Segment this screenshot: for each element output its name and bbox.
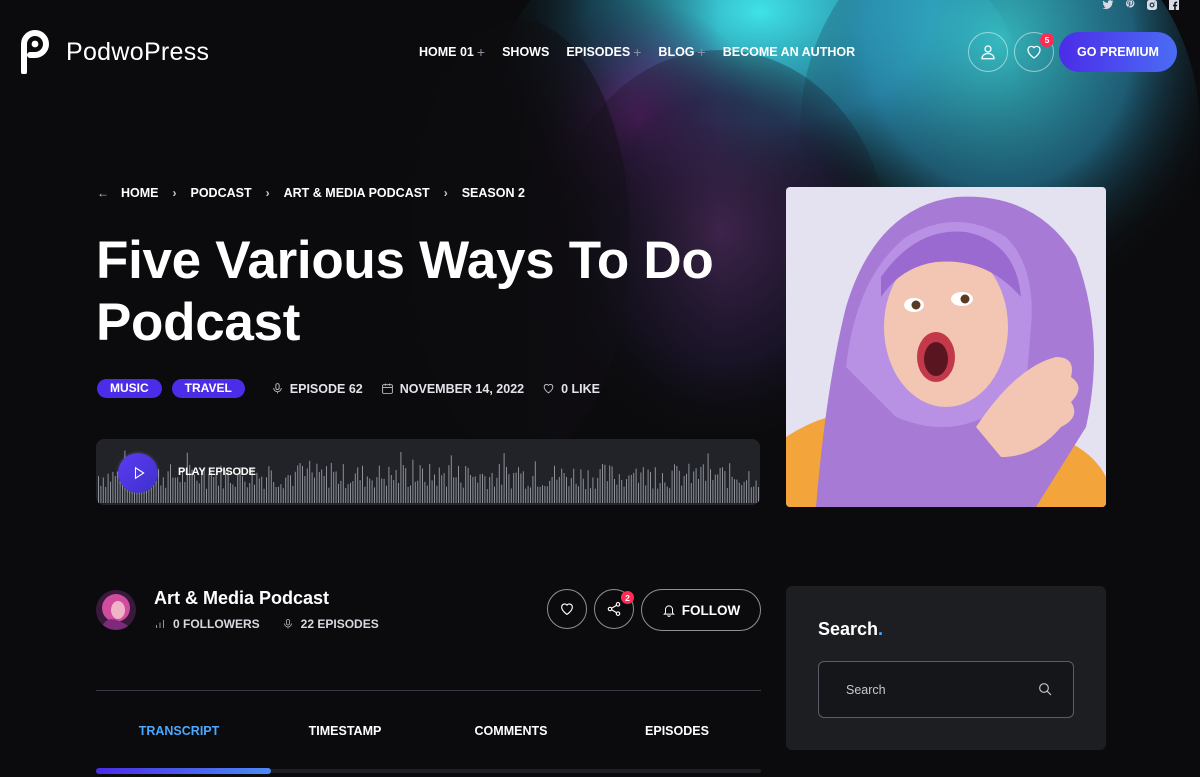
search-input[interactable] [831,662,1036,717]
instagram-icon[interactable] [1146,0,1158,10]
search-icon[interactable] [1037,681,1053,697]
tag-music[interactable]: MUSIC [97,379,162,398]
facebook-icon[interactable] [1168,0,1180,10]
search-widget-title-text: Search [818,619,879,639]
share-button[interactable]: 2 [594,589,634,629]
podcast-episodes: 22 EPISODES [282,617,379,631]
submenu-plus-icon: + [633,44,642,60]
nav-item-label: EPISODES [566,45,631,59]
submenu-plus-icon: + [697,44,706,60]
episode-title: Five Various Ways To Do Podcast [96,231,714,352]
play-button[interactable] [118,453,158,493]
active-tab-indicator [96,768,271,774]
microphone-icon [283,619,292,629]
breadcrumb-separator-icon: › [265,186,270,200]
tab-timestamp[interactable]: TIMESTAMP [262,724,428,738]
follow-button[interactable]: FOLLOW [641,589,761,631]
breadcrumb-podcast[interactable]: PODCAST [191,186,252,200]
podcast-followers-label: 0 FOLLOWERS [173,617,260,631]
heart-icon [543,384,554,394]
play-episode-label: PLAY EPISODE [178,466,256,478]
sidebar-search-widget: Search. [786,586,1106,750]
calendar-icon [381,383,393,394]
audio-player: PLAY EPISODE [96,439,760,505]
tab-transcript[interactable]: TRANSCRIPT [96,724,262,738]
breadcrumb: ← HOME › PODCAST › ART & MEDIA PODCAST ›… [97,186,525,200]
episode-number-label: EPISODE 62 [289,381,363,396]
section-divider [96,690,761,691]
podwopress-logo-icon [21,30,49,74]
tag-travel[interactable]: TRAVEL [171,379,245,398]
episode-cover-image [786,187,1106,507]
podcast-followers: 0 FOLLOWERS [154,617,260,631]
podcast-stats: 0 FOLLOWERS 22 EPISODES [154,617,401,631]
nav-item-home[interactable]: HOME 01 + [419,44,485,60]
submenu-plus-icon: + [476,44,486,60]
episode-date-label: NOVEMBER 14, 2022 [399,381,525,396]
share-icon [607,602,621,616]
search-box [818,661,1074,718]
nav-item-label: SHOWS [502,45,550,59]
heart-icon [561,603,573,616]
search-widget-title: Search. [818,619,883,640]
episode-meta: MUSIC TRAVEL EPISODE 62 NOVEMBER 14, 202… [97,379,600,398]
podcast-name[interactable]: Art & Media Podcast [154,588,329,609]
pinterest-icon[interactable] [1124,0,1136,10]
breadcrumb-separator-icon: › [172,186,177,200]
nav-item-shows[interactable]: SHOWS [502,44,549,60]
episode-tabs: TRANSCRIPT TIMESTAMP COMMENTS EPISODES [96,724,761,738]
episode-number: EPISODE 62 [271,382,363,396]
go-premium-button[interactable]: GO PREMIUM [1059,32,1177,72]
bar-chart-icon [156,620,164,628]
wishlist-button[interactable]: 5 [1014,32,1054,72]
wishlist-count-badge: 5 [1040,33,1054,47]
microphone-icon [273,383,282,394]
nav-item-label: BECOME AN AUTHOR [722,45,856,59]
breadcrumb-season: SEASON 2 [461,186,525,200]
nav-item-label: HOME 01 [419,45,474,59]
bell-icon [662,605,675,617]
back-arrow-icon[interactable]: ← [97,186,109,200]
episode-date: NOVEMBER 14, 2022 [381,382,524,396]
social-links [1102,0,1180,10]
play-icon [134,466,145,480]
episode-likes[interactable]: 0 LIKE [542,382,600,396]
like-podcast-button[interactable] [547,589,587,629]
breadcrumb-separator-icon: › [443,186,448,200]
nav-item-blog[interactable]: BLOG + [658,44,705,60]
tab-comments[interactable]: COMMENTS [428,724,594,738]
podcast-episodes-label: 22 EPISODES [300,617,379,631]
brand-logo[interactable]: PodwoPress [18,30,209,74]
twitter-icon[interactable] [1102,0,1114,10]
nav-item-become-an-author[interactable]: BECOME AN AUTHOR [723,44,855,60]
brand-name: PodwoPress [66,37,210,66]
nav-item-label: BLOG [658,45,695,59]
breadcrumb-art-media-podcast[interactable]: ART & MEDIA PODCAST [284,186,430,200]
tab-episodes[interactable]: EPISODES [594,724,760,738]
breadcrumb-home[interactable]: HOME [121,186,159,200]
heart-icon [1027,45,1041,59]
follow-label: FOLLOW [681,602,741,618]
episode-likes-label: 0 LIKE [561,381,600,396]
main-navigation: HOME 01 + SHOWS EPISODES + BLOG + BECOME AN… [419,44,872,60]
share-count-badge: 2 [621,591,634,604]
search-title-dot: . [878,619,884,639]
user-icon [981,45,995,60]
podcast-avatar[interactable] [96,590,136,630]
nav-item-episodes[interactable]: EPISODES + [566,44,641,60]
account-button[interactable] [968,32,1008,72]
